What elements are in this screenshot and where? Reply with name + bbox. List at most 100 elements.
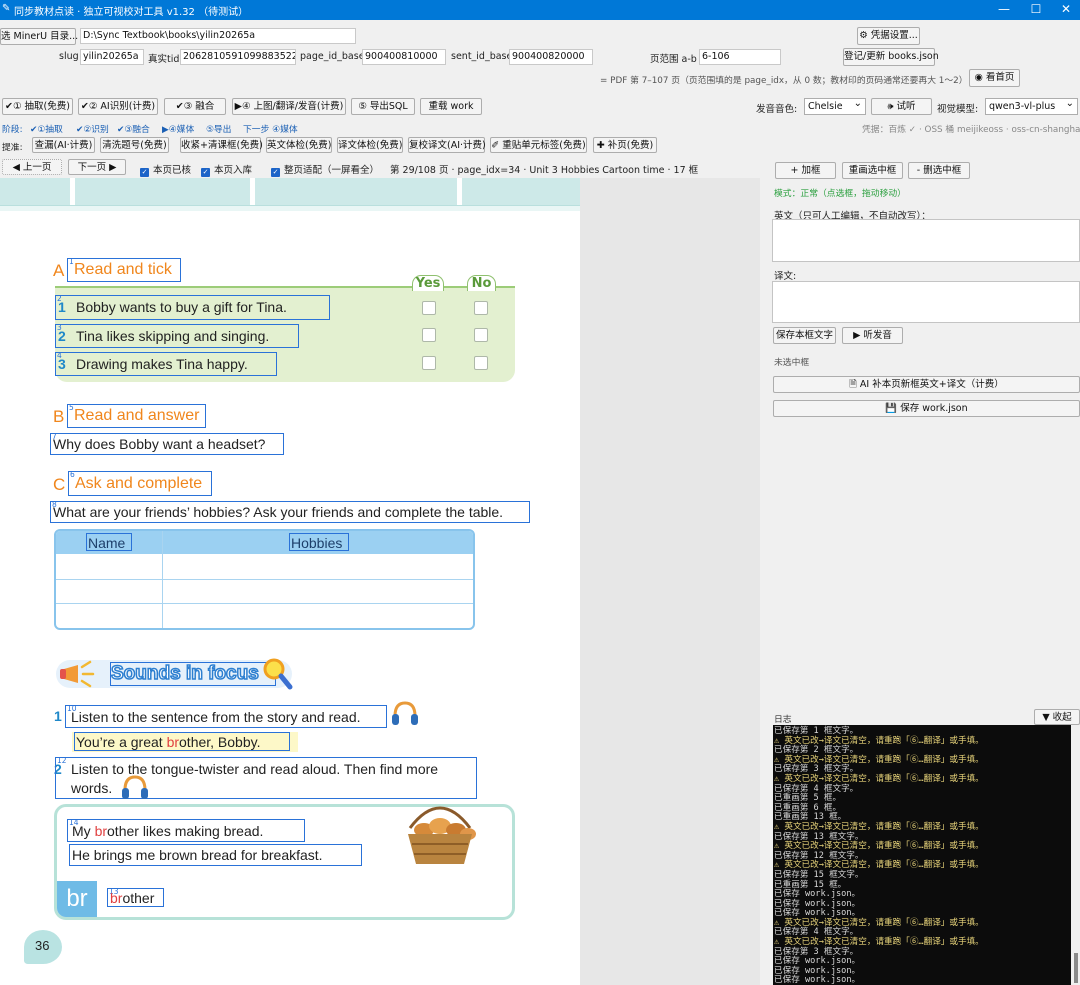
- stage-label: 阶段:: [2, 125, 23, 135]
- headphones-icon[interactable]: [120, 772, 150, 802]
- section-a-title: Read and tick: [74, 261, 172, 278]
- sounds-item-1-text: Listen to the sentence from the story an…: [71, 709, 361, 725]
- recheck-translation-button[interactable]: 复校译文(AI·计费): [408, 137, 486, 153]
- add-page-button[interactable]: ✚ 补页(免费): [593, 137, 657, 153]
- text-box[interactable]: 6 Ask and complete: [68, 470, 212, 496]
- translation-check-button[interactable]: 译文体检(免费): [337, 137, 403, 153]
- register-books-button[interactable]: 登记/更新 books.json: [843, 48, 939, 66]
- no-header: No: [467, 275, 496, 291]
- sounds-item-1-number: 1: [54, 708, 62, 724]
- next-step-link[interactable]: 下一步 ④媒体: [243, 122, 298, 135]
- stored-checkbox[interactable]: ✓ 本页入库: [201, 162, 252, 177]
- page-id-base-input[interactable]: 900400810000: [362, 49, 446, 65]
- check-missing-button[interactable]: 查漏(AI·计费): [32, 137, 95, 153]
- text-box[interactable]: Name: [86, 533, 132, 551]
- realid-input[interactable]: 2062810591099883522: [180, 49, 296, 65]
- text-box[interactable]: 3 2 Tina likes skipping and singing.: [55, 323, 299, 348]
- headphones-icon[interactable]: [390, 698, 420, 728]
- textbook-page: A 1 Read and tick Yes No 2 1 Bobby wants…: [0, 178, 580, 985]
- band-lip: [0, 205, 580, 211]
- text-box[interactable]: You’re a great brother, Bobby.: [74, 732, 290, 751]
- log-scrollbar[interactable]: [1072, 725, 1080, 985]
- title-bar: ✎ 同步教材点读 · 独立可视校对工具 v1.32 （待测试） — ☐ ✕: [0, 0, 1080, 20]
- save-work-button[interactable]: 💾 保存 work.json: [773, 400, 1080, 417]
- text-box[interactable]: 2 1 Bobby wants to buy a gift for Tina.: [55, 294, 330, 320]
- highlight-letters: br: [94, 823, 108, 839]
- example-sentence-start: You’re a great: [76, 734, 167, 750]
- text-box[interactable]: 10 Listen to the sentence from the story…: [65, 704, 387, 728]
- clean-numbers-button[interactable]: 清洗题号(免费): [100, 137, 169, 153]
- voice-select[interactable]: Chelsie: [804, 96, 866, 115]
- table-divider: [56, 603, 473, 604]
- slug-input[interactable]: yilin20265a: [80, 49, 144, 65]
- text-box[interactable]: He brings me brown bread for breakfast.: [69, 844, 362, 866]
- example-sentence-end: other, Bobby.: [179, 734, 261, 750]
- megaphone-icon: [60, 660, 95, 688]
- delete-box-button[interactable]: - 删选中框: [908, 162, 970, 179]
- text-box[interactable]: 12 Listen to the tongue-twister and read…: [55, 756, 477, 799]
- table-header-hobbies: Hobbies: [291, 535, 343, 551]
- export-sql-button[interactable]: ⑤ 导出SQL: [351, 98, 415, 115]
- sent-id-base-input[interactable]: 900400820000: [509, 49, 593, 65]
- ai-fill-button[interactable]: 🗎 AI 补本页新框英文+译文（计费）: [773, 376, 1080, 393]
- table-divider: [56, 579, 473, 580]
- prev-page-button[interactable]: ◀ 上一页: [2, 159, 62, 175]
- upload-translate-button[interactable]: ▶④ 上图/翻译/发音(计费): [232, 98, 346, 115]
- no-checkbox[interactable]: [474, 328, 488, 342]
- merge-button[interactable]: ✔③ 融合: [164, 98, 226, 115]
- text-box[interactable]: 5 Read and answer: [67, 403, 206, 428]
- fit-checkbox[interactable]: ✓ 整页适配（一屏看全）: [271, 162, 379, 177]
- section-b-letter: B: [53, 407, 65, 426]
- page-viewer[interactable]: A 1 Read and tick Yes No 2 1 Bobby wants…: [0, 178, 760, 985]
- yes-checkbox[interactable]: [422, 301, 436, 315]
- no-checkbox[interactable]: [474, 356, 488, 370]
- window-title: 同步教材点读 · 独立可视校对工具 v1.32 （待测试）: [14, 7, 249, 18]
- english-textarea[interactable]: [772, 219, 1080, 262]
- model-select[interactable]: qwen3-vl-plus: [985, 96, 1078, 115]
- text-box[interactable]: 8 What are your friends’ hobbies? Ask yo…: [50, 500, 530, 523]
- yes-checkbox[interactable]: [422, 328, 436, 342]
- save-text-button[interactable]: 保存本框文字: [773, 327, 836, 344]
- log-scrollbar-thumb[interactable]: [1074, 953, 1078, 983]
- translation-textarea[interactable]: [772, 281, 1080, 323]
- path-input[interactable]: D:\Sync Textbook\books\yilin20265a: [80, 28, 356, 44]
- no-checkbox[interactable]: [474, 301, 488, 315]
- collapse-log-button[interactable]: ▼ 收起: [1034, 709, 1080, 725]
- text-box[interactable]: 1 Read and tick: [67, 257, 181, 282]
- word-brother: brother: [110, 890, 154, 906]
- range-input[interactable]: 6-106: [699, 49, 781, 65]
- tick-item-text: Tina likes skipping and singing.: [76, 328, 270, 344]
- page-number: 36: [35, 938, 50, 953]
- redraw-box-button[interactable]: 重画选中框: [842, 162, 903, 179]
- text-box[interactable]: 14 My brother likes making bread.: [67, 818, 305, 842]
- text-box[interactable]: 13 brother: [107, 887, 164, 907]
- text-box[interactable]: Sounds in focus: [110, 662, 276, 686]
- listen-voice-button[interactable]: 🕪 试听: [871, 98, 932, 115]
- tighten-boxes-button[interactable]: 收紧+清课框(免费): [180, 137, 263, 153]
- ai-recognize-button[interactable]: ✔② AI识别(计费): [78, 98, 158, 115]
- tools-label: 提准:: [2, 143, 23, 153]
- reload-work-button[interactable]: 重载 work: [420, 98, 482, 115]
- next-page-button[interactable]: 下一页 ▶: [68, 159, 126, 175]
- text-box[interactable]: 7 Why does Bobby want a headset?: [50, 432, 284, 455]
- minimize-icon[interactable]: —: [988, 0, 1020, 20]
- close-icon[interactable]: ✕: [1050, 0, 1080, 20]
- add-box-button[interactable]: + 加框: [775, 162, 836, 179]
- credentials-button[interactable]: ⚙ 凭据设置...: [857, 27, 920, 45]
- text-box[interactable]: Hobbies: [289, 533, 349, 551]
- checked-checkbox[interactable]: ✓ 本页已核: [140, 162, 191, 177]
- select-mineru-button[interactable]: 选 MinerU 目录...: [0, 28, 78, 45]
- range-label: 页范围 a-b: [650, 54, 697, 65]
- repaste-label-button[interactable]: ✐ 重贴单元标签(免费): [490, 137, 587, 153]
- magnifier-icon: [263, 658, 293, 690]
- highlight-letters: br: [110, 890, 123, 906]
- extract-button[interactable]: ✔① 抽取(免费): [2, 98, 73, 115]
- english-check-button[interactable]: 英文体检(免费): [266, 137, 332, 153]
- log-line: 已保存 work.json。: [774, 975, 861, 985]
- listen-audio-button[interactable]: ▶ 听发音: [842, 327, 903, 344]
- yes-checkbox[interactable]: [422, 356, 436, 370]
- pen-icon: ✎: [2, 3, 11, 14]
- first-page-button[interactable]: ◉ 看首页: [969, 69, 1020, 87]
- maximize-icon[interactable]: ☐: [1020, 0, 1052, 20]
- text-box[interactable]: 4 3 Drawing makes Tina happy.: [55, 351, 277, 376]
